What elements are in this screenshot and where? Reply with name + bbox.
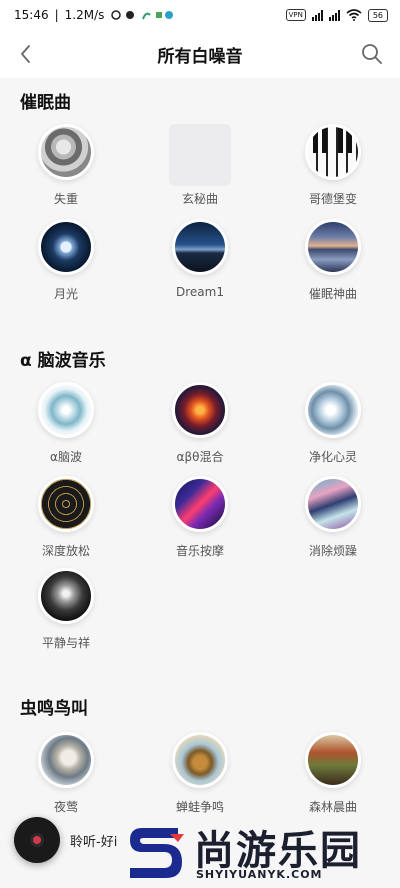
section-title-alpha-waves: α 脑波音乐	[20, 351, 106, 371]
sound-item-moonlight[interactable]: 月光	[11, 219, 121, 302]
watermark-subtitle: SHYIYUANYK.COM	[196, 868, 323, 881]
night-sky-thumbnail	[172, 219, 228, 275]
frog-thumbnail	[172, 732, 228, 788]
item-label: 失重	[53, 192, 78, 206]
battery-indicator: 56	[367, 8, 388, 22]
forest-thumbnail	[305, 732, 361, 788]
fire-burst-thumbnail	[172, 382, 228, 438]
sound-item-alpha[interactable]: α脑波	[11, 382, 121, 465]
brain-thumbnail	[38, 382, 94, 438]
section-title-lullaby: 催眠曲	[20, 93, 71, 113]
sound-item-music-massage[interactable]: 音乐按摩	[145, 476, 255, 559]
item-label: 森林晨曲	[308, 800, 357, 814]
record-label	[30, 833, 44, 847]
status-bar: 15:46 | 1.2M/s VPN 56	[0, 0, 400, 30]
sound-item-goldberg[interactable]: 哥德堡变	[278, 124, 388, 207]
search-icon[interactable]	[360, 42, 384, 66]
signal-icon	[311, 9, 323, 21]
item-label: 夜莺	[53, 800, 78, 814]
mini-player: 聆听-好i	[14, 817, 122, 863]
item-label: 蝉蛙争鸣	[175, 800, 224, 814]
sound-item-forest-morning[interactable]: 森林晨曲	[278, 732, 388, 815]
player-text[interactable]: 聆听-好i	[70, 831, 122, 850]
item-label: 月光	[53, 287, 78, 301]
item-label: Dream1	[176, 285, 224, 299]
wifi-icon	[346, 9, 362, 21]
item-label: α脑波	[50, 450, 82, 464]
sound-item-deep-relax[interactable]: 深度放松	[11, 476, 121, 559]
vpn-badge: VPN	[285, 9, 306, 21]
sound-item-purify[interactable]: 净化心灵	[278, 382, 388, 465]
item-label: 玄秘曲	[181, 192, 218, 206]
watermark-logo	[130, 828, 184, 878]
item-label: 催眠神曲	[308, 287, 357, 301]
section-title-insects-birds: 虫鸣鸟叫	[20, 699, 88, 719]
sound-item-cicada-frog[interactable]: 蝉蛙争鸣	[145, 732, 255, 815]
sound-item-weightless[interactable]: 失重	[11, 124, 121, 207]
status-left: 15:46 | 1.2M/s	[14, 8, 174, 22]
status-time: 15:46	[14, 8, 49, 22]
status-separator: |	[54, 8, 59, 22]
status-right: VPN 56	[285, 8, 388, 22]
item-label: 哥德堡变	[308, 192, 357, 206]
site-watermark: 尚游乐园 SHYIYUANYK.COM	[124, 818, 400, 888]
item-label: 净化心灵	[308, 450, 357, 464]
light-streak-thumbnail	[172, 476, 228, 532]
marble-ink-thumbnail	[305, 476, 361, 532]
item-label: 深度放松	[41, 544, 90, 558]
sound-item-peace[interactable]: 平静与祥	[11, 568, 121, 651]
piano-keys-thumbnail	[305, 124, 361, 180]
sound-item-calm-irritation[interactable]: 消除烦躁	[278, 476, 388, 559]
sound-item-dream1[interactable]: Dream1	[145, 219, 255, 299]
notification-icons	[111, 10, 174, 20]
status-speed: 1.2M/s	[64, 8, 105, 22]
white-noise-list: 催眠曲 失重 玄秘曲 哥德堡变 月光 Dream1 催眠神曲 α 脑波音乐 α脑…	[0, 78, 400, 888]
back-arrow-icon[interactable]	[14, 42, 38, 66]
sound-item-alpha-beta-theta[interactable]: αβθ混合	[145, 382, 255, 465]
sound-item-nightingale[interactable]: 夜莺	[11, 732, 121, 815]
signal-icon-2	[328, 9, 340, 21]
mandala-thumbnail	[38, 476, 94, 532]
item-label: 平静与祥	[41, 636, 90, 650]
sound-item-mystic[interactable]: 玄秘曲	[145, 124, 255, 207]
moon-thumbnail	[38, 219, 94, 275]
bird-thumbnail	[38, 732, 94, 788]
sound-item-hypnotic[interactable]: 催眠神曲	[278, 219, 388, 302]
item-label: 消除烦躁	[308, 544, 357, 558]
smoke-thumbnail	[38, 568, 94, 624]
page-title: 所有白噪音	[157, 46, 243, 67]
vinyl-record-icon[interactable]	[14, 817, 60, 863]
water-splash-thumbnail	[305, 382, 361, 438]
astronaut-thumbnail	[38, 124, 94, 180]
lake-sunset-thumbnail	[305, 219, 361, 275]
image-placeholder	[169, 124, 231, 186]
item-label: αβθ混合	[176, 450, 224, 464]
item-label: 音乐按摩	[175, 544, 224, 558]
app-header: 所有白噪音	[0, 30, 400, 78]
